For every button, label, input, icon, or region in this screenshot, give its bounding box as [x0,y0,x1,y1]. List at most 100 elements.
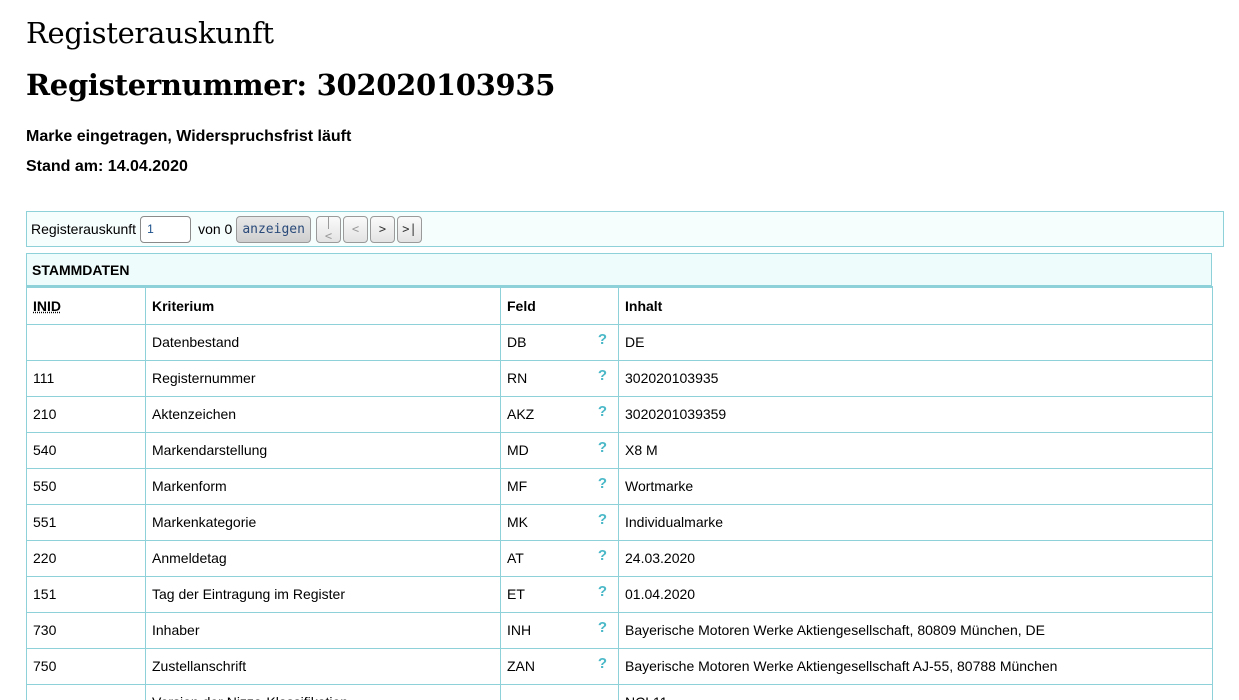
inhalt-cell: Bayerische Motoren Werke Aktiengesellsch… [618,647,1213,685]
kriterium-cell-text: Markenkategorie [152,514,257,530]
kriterium-cell-text: Version der Nizza-Klassifikation [152,694,348,700]
page-number-input[interactable] [140,215,192,243]
inid-cell-text: 540 [33,442,57,458]
inid-cell-text: 730 [33,622,57,638]
column-header-inhalt: Inhalt [618,286,1213,325]
kriterium-cell: Registernummer [145,359,501,397]
table-row: 750 Zustellanschrift ZAN? Bayerische Motore… [26,647,1213,685]
feld-cell-text: MK [507,514,528,530]
feld-cell: DB? [500,323,619,361]
inhalt-cell: 01.04.2020 [618,575,1213,613]
inhalt-cell-text: Bayerische Motoren Werke Aktiengesellsch… [625,658,1058,674]
pager-bar: Registerauskunft von 0 anzeigen |< < > >… [26,211,1224,247]
column-header-kriterium: Kriterium [145,286,501,325]
help-icon[interactable]: ? [598,583,607,600]
help-icon[interactable]: ? [598,439,607,456]
inid-cell: 210 [26,395,146,433]
feld-cell: INH? [500,611,619,649]
inhalt-cell-text: DE [625,334,645,350]
kriterium-cell-text: Anmeldetag [152,550,227,566]
inhalt-cell-text: 01.04.2020 [625,586,696,602]
kriterium-cell: Markendarstellung [145,431,501,469]
kriterium-cell: Datenbestand [145,323,501,361]
inhalt-cell: Wortmarke [618,467,1213,505]
inhalt-cell-text: NCL11 [625,694,668,700]
kriterium-cell-text: Markendarstellung [152,442,268,458]
feld-cell-text: INH [507,622,532,638]
next-page-button[interactable]: > [369,215,395,243]
kriterium-cell: Zustellanschrift [145,647,501,685]
stammdaten-table-wrapper: STAMMDATEN INID Kriterium Feld Inhalt Da… [26,253,1213,700]
kriterium-cell-text: Tag der Eintragung im Register [152,586,345,602]
feld-cell-text: AT [507,550,524,566]
help-icon[interactable]: ? [598,655,607,672]
inid-cell [26,683,146,700]
feld-cell: MK? [500,503,619,541]
feld-cell: AT? [500,539,619,577]
inid-cell-text: 111 [33,370,55,386]
inid-cell-text: 210 [33,406,57,422]
kriterium-cell: Aktenzeichen [145,395,501,433]
inid-cell: 540 [26,431,146,469]
inid-cell-text: 550 [33,478,57,494]
section-header: STAMMDATEN [26,253,1212,286]
table-row: 540 Markendarstellung MD? X8 M [26,431,1213,469]
column-header-feld: Feld [500,286,619,325]
kriterium-cell: Markenform [145,467,501,505]
inhalt-cell-text: Wortmarke [625,478,694,494]
kriterium-cell: Tag der Eintragung im Register [145,575,501,613]
feld-cell-text: RN [507,370,528,386]
table-row: 551 Markenkategorie MK? Individualmarke [26,503,1213,541]
stammdaten-table: INID Kriterium Feld Inhalt Datenbestand D… [26,286,1213,700]
feld-cell-text: DB [507,334,527,350]
first-page-button[interactable]: |< [315,215,341,243]
inid-cell: 750 [26,647,146,685]
page: Registerauskunft Registernummer: 3020201… [0,0,1239,700]
feld-cell-text: ET [507,586,525,602]
help-icon[interactable]: ? [598,619,607,636]
inhalt-cell-text: Individualmarke [625,514,724,530]
stand-date: Stand am: 14.04.2020 [26,158,188,175]
help-icon[interactable]: ? [598,547,607,564]
help-icon[interactable]: ? [598,403,607,420]
inid-cell: 220 [26,539,146,577]
inhalt-cell: X8 M [618,431,1213,469]
feld-cell: MD? [500,431,619,469]
inhalt-cell: DE [618,323,1213,361]
inhalt-cell-text: Bayerische Motoren Werke Aktiengesellsch… [625,622,1045,638]
help-icon[interactable]: ? [598,475,607,492]
feld-cell-text: AKZ [507,406,535,422]
inhalt-cell-text: 24.03.2020 [625,550,696,566]
help-icon[interactable]: ? [598,367,607,384]
table-row: 111 Registernummer RN? 302020103935 [26,359,1213,397]
help-icon[interactable]: ? [598,511,607,528]
column-header-inid[interactable]: INID [26,286,146,325]
page-title: Registerauskunft [26,16,274,50]
inhalt-cell: NCL11 [618,683,1213,700]
feld-cell-text: MD [507,442,529,458]
kriterium-cell-text: Registernummer [152,370,256,386]
inid-cell [26,323,146,361]
status-text: Marke eingetragen, Widerspruchsfrist läu… [26,128,352,145]
show-button[interactable]: anzeigen [236,215,311,243]
inhalt-cell: 3020201039359 [618,395,1213,433]
feld-cell [500,683,619,700]
feld-cell-text: MF [507,478,528,494]
inid-cell: 551 [26,503,146,541]
inid-cell: 111 [26,359,146,397]
inid-cell: 151 [26,575,146,613]
help-icon[interactable]: ? [598,331,607,348]
inid-cell-text: 750 [33,658,57,674]
table-header-row: INID Kriterium Feld Inhalt [26,286,1213,325]
inhalt-cell: Bayerische Motoren Werke Aktiengesellsch… [618,611,1213,649]
feld-cell-text: ZAN [507,658,535,674]
pager-label: Registerauskunft [31,221,137,237]
kriterium-cell-text: Markenform [152,478,227,494]
inid-cell-text: 220 [33,550,57,566]
table-row: 220 Anmeldetag AT? 24.03.2020 [26,539,1213,577]
inhalt-cell-text: 3020201039359 [625,406,727,422]
kriterium-cell: Markenkategorie [145,503,501,541]
previous-page-button[interactable]: < [342,215,368,243]
last-page-button[interactable]: >| [396,215,422,243]
inid-cell: 730 [26,611,146,649]
